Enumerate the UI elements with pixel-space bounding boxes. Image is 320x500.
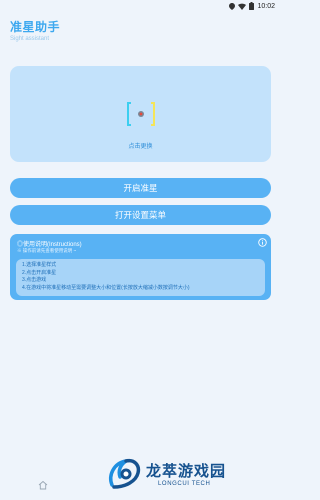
instructions-title: ◎使用说明(Instructions) bbox=[17, 242, 82, 248]
home-icon[interactable] bbox=[38, 480, 48, 490]
start-crosshair-button[interactable]: 开启准星 bbox=[10, 178, 271, 198]
open-settings-menu-button[interactable]: 打开设置菜单 bbox=[10, 205, 271, 225]
change-crosshair-label: 点击更换 bbox=[128, 144, 153, 150]
instruction-step: 2.点击开启准星 bbox=[22, 269, 57, 276]
instructions-card: ◎使用说明(Instructions) ※ 操作前请先查看使用说明 ~ 1.选择… bbox=[10, 234, 271, 300]
battery-icon bbox=[249, 2, 255, 10]
instruction-step: 4.在游戏中将准星移动至需要调整大小和位置(长按放大缩减小数按调节大小) bbox=[22, 284, 190, 291]
instruction-step: 1.选择准星样式 bbox=[22, 262, 57, 268]
watermark-title: 龙萃游戏园 bbox=[146, 463, 227, 480]
status-icons: 10:02 bbox=[229, 2, 275, 10]
watermark-subtitle: LONGCUI TECH bbox=[158, 481, 211, 487]
instruction-step: 3.点击游戏 bbox=[22, 277, 47, 283]
status-time: 10:02 bbox=[257, 2, 275, 10]
watermark: 龙萃游戏园 LONGCUI TECH bbox=[106, 455, 281, 500]
crosshair-preview-card[interactable]: 点击更换 bbox=[10, 66, 271, 162]
crosshair-icon[interactable] bbox=[126, 101, 156, 127]
instructions-list: 1.选择准星样式 2.点击开启准星 3.点击游戏 4.在游戏中将准星移动至需要调… bbox=[22, 262, 190, 292]
status-bar: 10:02 bbox=[0, 0, 281, 14]
location-icon bbox=[229, 2, 236, 10]
watermark-logo-icon bbox=[109, 458, 141, 489]
instructions-subtitle: ※ 操作前请先查看使用说明 ~ bbox=[17, 248, 77, 253]
info-icon[interactable] bbox=[258, 238, 267, 247]
app-subtitle: Sight assistant bbox=[10, 36, 50, 42]
app-title: 准星助手 bbox=[10, 20, 61, 34]
instructions-list-box: 1.选择准星样式 2.点击开启准星 3.点击游戏 4.在游戏中将准星移动至需要调… bbox=[16, 259, 265, 296]
wifi-icon bbox=[238, 3, 247, 10]
